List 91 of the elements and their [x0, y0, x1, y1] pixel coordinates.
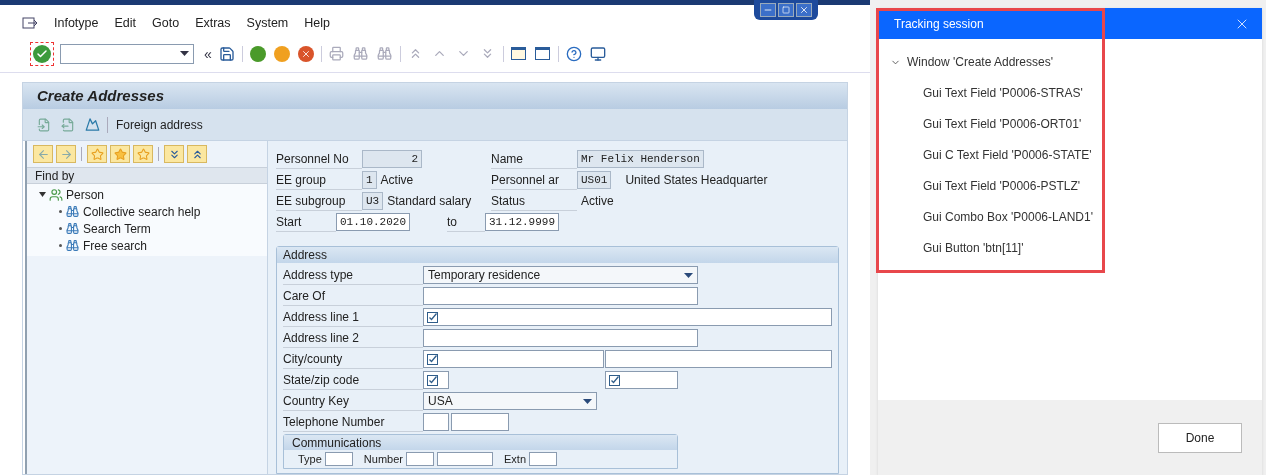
maximize-button[interactable] [778, 3, 794, 17]
bullet-icon [59, 210, 62, 213]
add-favorite-icon[interactable] [87, 145, 107, 163]
menu-item[interactable]: Infotype [54, 13, 99, 33]
binoculars-icon [66, 222, 79, 235]
bullet-icon [59, 244, 62, 247]
input-field[interactable] [406, 452, 434, 466]
dropdown-field[interactable]: Temporary residence [423, 266, 698, 284]
foreign-address-button[interactable]: Foreign address [114, 115, 205, 134]
group-title: Address [277, 247, 838, 263]
input-field[interactable] [451, 413, 509, 431]
menu-item[interactable]: System [246, 13, 289, 33]
display-field: Mr Felix Henderson [577, 150, 704, 168]
input-field[interactable] [605, 350, 832, 368]
field-label: Status [491, 191, 577, 211]
cancel-icon[interactable] [296, 44, 315, 63]
input-field[interactable] [423, 287, 698, 305]
dropdown-arrow-icon [180, 51, 189, 56]
tree-item[interactable]: Collective search help [83, 202, 201, 221]
collapse-icon[interactable]: « [204, 46, 212, 61]
input-field[interactable] [423, 350, 604, 368]
delete-favorite-icon[interactable] [133, 145, 153, 163]
expand-icon[interactable] [164, 145, 184, 163]
person-icon [49, 187, 63, 202]
save-icon[interactable] [217, 44, 236, 63]
bullet-icon [59, 227, 62, 230]
input-field[interactable] [423, 413, 449, 431]
field-text: Standard salary [387, 193, 472, 210]
display-field: US01 [577, 171, 612, 189]
collapse-all-icon[interactable] [187, 145, 207, 163]
menu-item[interactable]: Edit [114, 13, 137, 33]
input-field[interactable] [423, 371, 449, 389]
maximize-icon [782, 6, 790, 14]
field-text: Active [581, 193, 614, 210]
field-label: Number [363, 451, 403, 467]
input-field[interactable] [423, 329, 698, 347]
minimize-button[interactable] [760, 3, 776, 17]
display-field: U3 [362, 192, 384, 210]
field-label: Extn [504, 451, 526, 467]
menu-item[interactable]: Help [304, 13, 330, 33]
dropdown-field[interactable]: USA [423, 392, 597, 410]
dropdown-arrow-icon [583, 398, 592, 404]
done-button[interactable]: Done [1158, 422, 1242, 453]
display-field: 1 [362, 171, 377, 189]
group-title: Communications [284, 435, 677, 450]
check-icon [33, 44, 51, 63]
expanded-caret-icon[interactable] [39, 191, 46, 198]
enter-button[interactable] [30, 41, 54, 66]
binoculars-icon [66, 205, 79, 218]
date-field[interactable]: 01.10.2020 [336, 213, 410, 231]
binoculars-icon [66, 239, 79, 252]
find-icon[interactable] [351, 44, 370, 63]
command-field[interactable] [60, 43, 194, 64]
panel-title: Tracking session [894, 15, 984, 33]
tree-item[interactable]: Free search [83, 236, 148, 255]
field-label: Type [298, 451, 322, 467]
tree-item[interactable]: Gui Button 'btn[11]' [923, 238, 1024, 257]
tree-item[interactable]: Search Term [83, 219, 151, 238]
find-next-icon[interactable] [375, 44, 394, 63]
print-icon[interactable] [327, 44, 346, 63]
close-icon [799, 5, 809, 15]
close-button[interactable] [796, 3, 812, 17]
input-field[interactable] [423, 308, 832, 326]
field-text: United States Headquarter [625, 172, 768, 189]
checkmark-icon [427, 311, 438, 323]
menu-item[interactable]: Goto [152, 13, 180, 33]
checkmark-icon [609, 374, 620, 386]
tree-item[interactable]: Person [66, 185, 105, 204]
tree-item[interactable]: Gui Text Field 'P0006-ORT01' [923, 114, 1082, 133]
tree-item[interactable]: Gui Text Field 'P0006-STRAS' [923, 83, 1083, 102]
monitor-icon[interactable] [588, 44, 607, 63]
find-by-header: Find by [27, 167, 267, 184]
tree-item[interactable]: Gui Text Field 'P0006-PSTLZ' [923, 176, 1081, 195]
favorite-icon[interactable] [110, 145, 130, 163]
input-field[interactable] [605, 371, 678, 389]
help-icon[interactable] [564, 44, 583, 63]
tree-item[interactable]: Gui C Text Field 'P0006-STATE' [923, 145, 1092, 164]
display-field: 2 [362, 150, 422, 168]
field-text: Active [380, 172, 414, 189]
dropdown-arrow-icon [684, 272, 693, 278]
input-field[interactable] [324, 452, 353, 466]
screen-title: Create Addresses [23, 83, 847, 109]
menu-item[interactable]: Extras [195, 13, 231, 33]
tree-item[interactable]: Window 'Create Addresses' [907, 53, 1053, 71]
new-window-icon[interactable] [509, 44, 528, 63]
input-field[interactable] [529, 452, 557, 466]
checkmark-icon [427, 353, 438, 365]
tree-item[interactable]: Gui Combo Box 'P0006-LAND1' [923, 207, 1093, 226]
input-field[interactable] [437, 452, 493, 466]
checkmark-icon [427, 374, 438, 386]
date-field[interactable]: 31.12.9999 [485, 213, 560, 231]
